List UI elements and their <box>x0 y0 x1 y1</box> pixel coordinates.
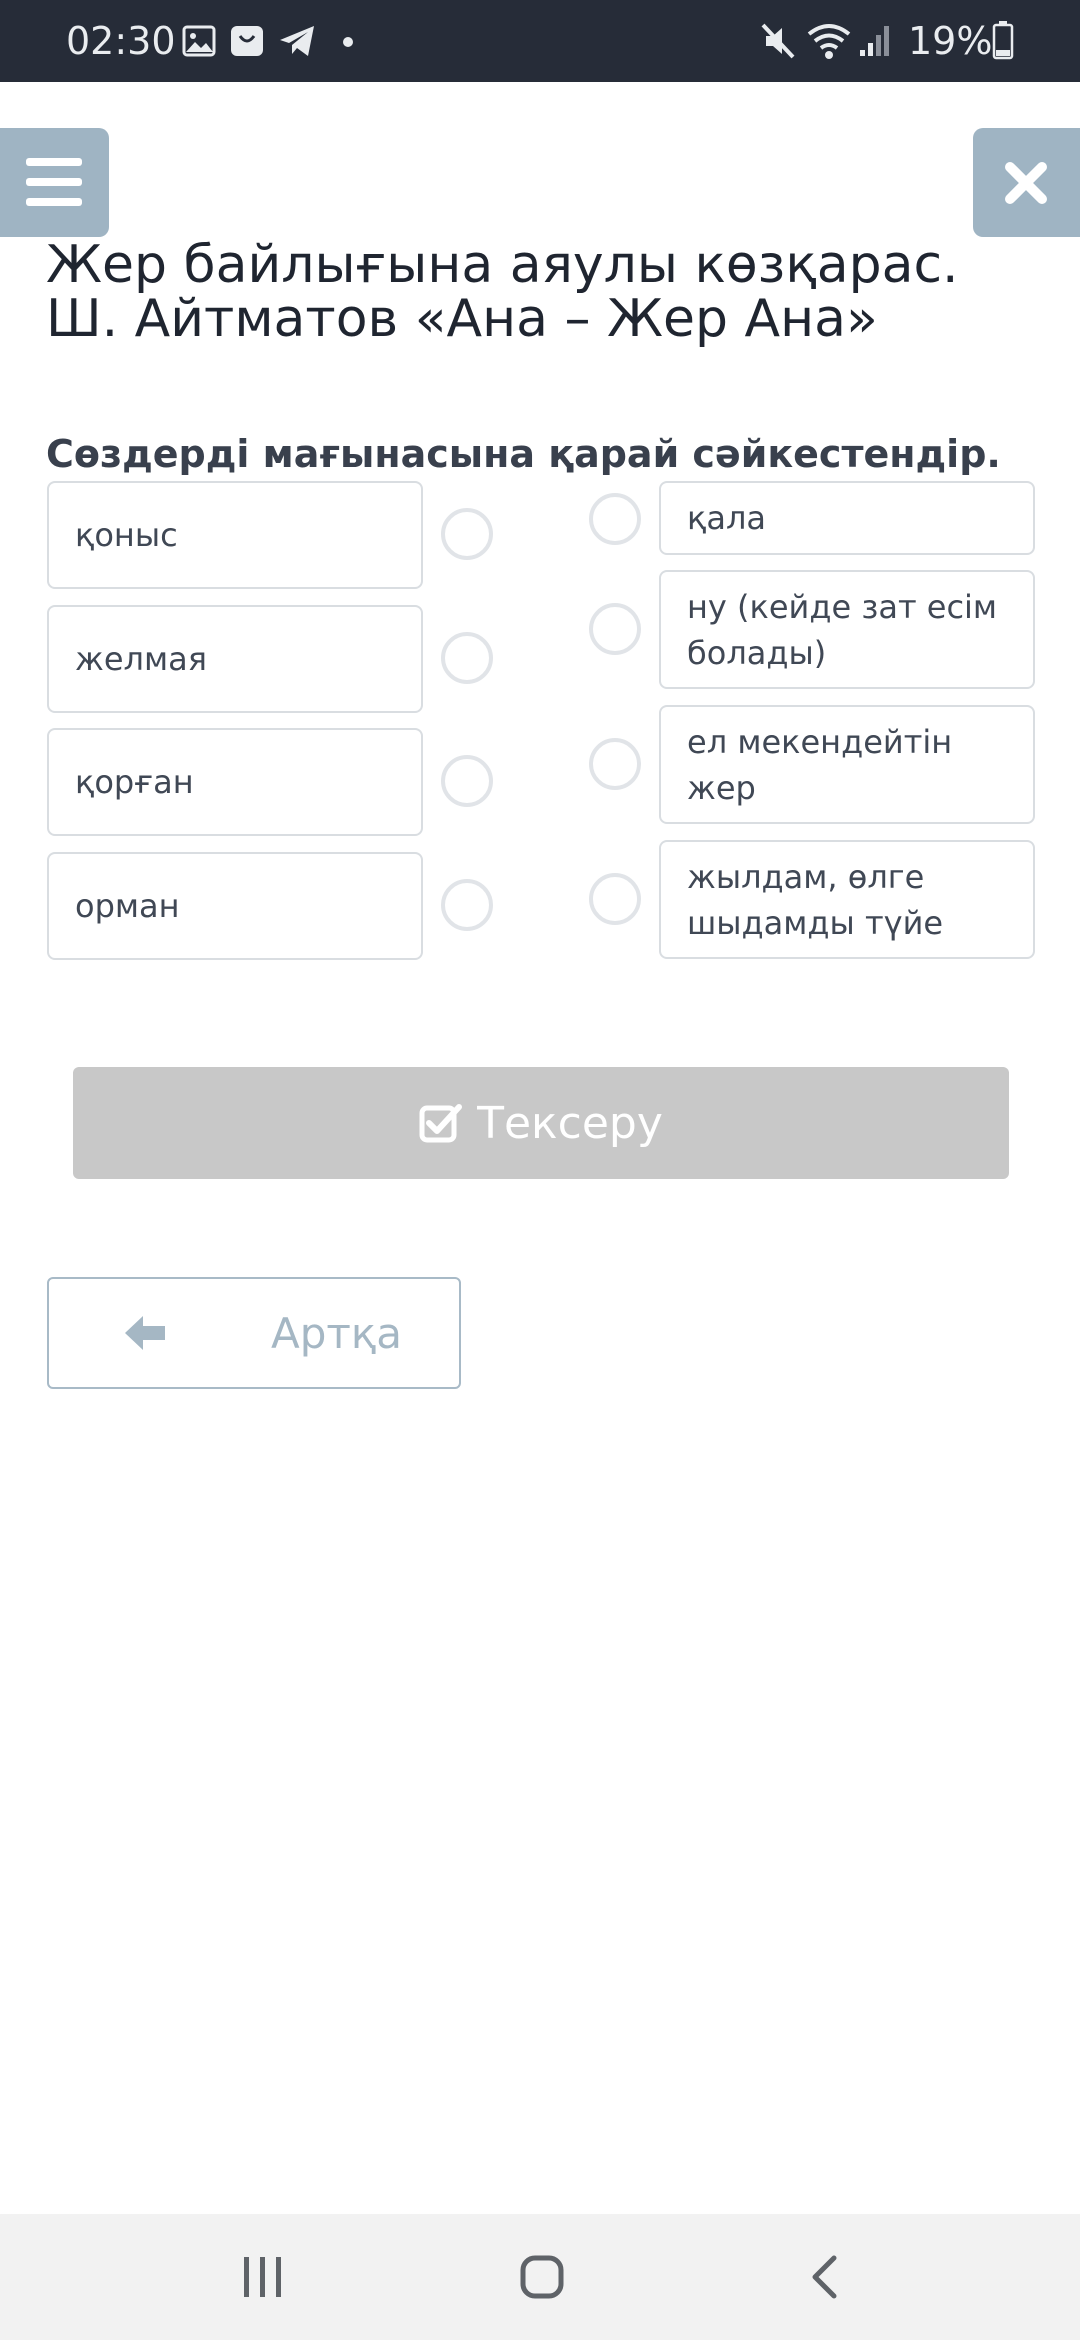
navigation-bar <box>0 2214 1080 2340</box>
left-item-label: қоныс <box>75 516 178 554</box>
dot-icon <box>343 37 353 47</box>
right-item-label: жылдам, өлге шыдамды түйе <box>687 857 944 942</box>
image-icon <box>182 25 216 57</box>
right-item-card[interactable]: ну (кейде зат есім болады) <box>659 570 1035 689</box>
left-item-radio[interactable] <box>441 879 493 931</box>
back-button-label: Артқа <box>271 1309 402 1358</box>
status-time: 02:30 <box>66 19 176 63</box>
right-item-radio[interactable] <box>589 603 641 655</box>
question-text: Сөздерді мағынасына қарай сәйкестендір. <box>46 432 1001 476</box>
wifi-icon <box>807 24 851 59</box>
close-icon <box>1005 162 1047 204</box>
checkbox-check-icon <box>419 1104 463 1143</box>
right-item-card[interactable]: қала <box>659 481 1035 555</box>
right-item-label: ел мекендейтін жер <box>687 722 953 807</box>
left-item-label: желмая <box>75 640 207 678</box>
left-item-card[interactable]: желмая <box>47 605 423 713</box>
right-item-label: ну (кейде зат есім болады) <box>687 587 998 672</box>
menu-button[interactable] <box>0 128 109 237</box>
left-item-card[interactable]: қорған <box>47 728 423 836</box>
left-item-radio[interactable] <box>441 508 493 560</box>
recent-apps-icon[interactable] <box>240 2255 286 2299</box>
page-title: Жер байлығына аяулы көзқарас. Ш. Айтмато… <box>46 235 959 349</box>
bag-icon <box>231 26 263 56</box>
right-item-label: қала <box>687 499 766 537</box>
left-item-label: қорған <box>75 763 194 801</box>
left-item-radio[interactable] <box>441 755 493 807</box>
right-item-radio[interactable] <box>589 493 641 545</box>
left-item-radio[interactable] <box>441 632 493 684</box>
right-item-card[interactable]: жылдам, өлге шыдамды түйе <box>659 840 1035 959</box>
back-icon[interactable] <box>808 2255 840 2299</box>
home-icon[interactable] <box>520 2255 564 2299</box>
right-item-radio[interactable] <box>589 873 641 925</box>
right-item-card[interactable]: ел мекендейтін жер <box>659 705 1035 824</box>
arrow-left-icon <box>125 1316 165 1350</box>
back-button[interactable]: Артқа <box>47 1277 461 1389</box>
left-item-card[interactable]: орман <box>47 852 423 960</box>
battery-icon <box>992 21 1014 60</box>
right-item-radio[interactable] <box>589 738 641 790</box>
mute-icon <box>761 23 795 59</box>
battery-percentage: 19% <box>908 19 993 63</box>
telegram-icon <box>280 26 314 56</box>
status-bar: 02:30 19% <box>0 0 1080 82</box>
signal-icon <box>860 26 889 56</box>
close-button[interactable] <box>973 128 1080 237</box>
hamburger-menu-icon <box>26 158 82 166</box>
left-item-label: орман <box>75 887 180 925</box>
left-item-card[interactable]: қоныс <box>47 481 423 589</box>
check-button-label: Тексеру <box>477 1097 663 1149</box>
check-button[interactable]: Тексеру <box>73 1067 1009 1179</box>
